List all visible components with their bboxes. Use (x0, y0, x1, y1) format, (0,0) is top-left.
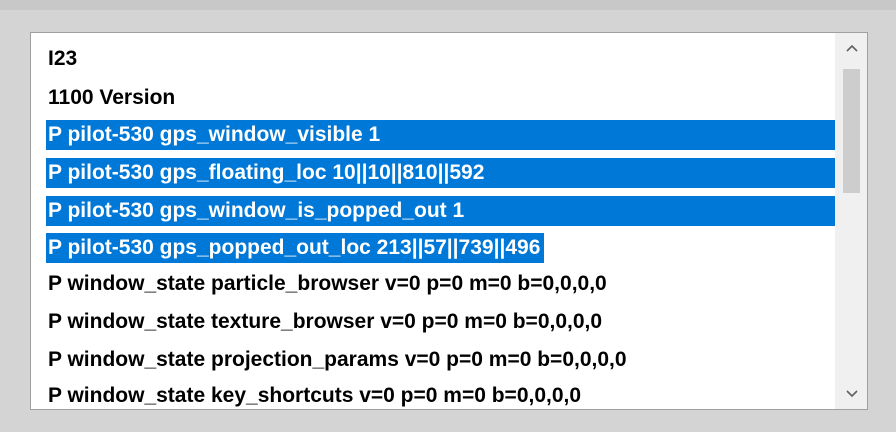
selected-text-line[interactable]: P pilot-530 gps_popped_out_loc 213||57||… (46, 233, 545, 263)
text-line[interactable]: 1100 Version (46, 83, 179, 113)
text-editor-box[interactable]: I23 1100 Version P pilot-530 gps_window_… (30, 32, 868, 410)
text-area[interactable]: I23 1100 Version P pilot-530 gps_window_… (31, 33, 836, 409)
text-line[interactable]: P window_state projection_params v=0 p=0… (46, 345, 631, 375)
chevron-up-icon[interactable] (836, 35, 867, 61)
chevron-down-icon[interactable] (836, 381, 867, 407)
scroll-thumb[interactable] (843, 69, 860, 193)
selected-text-line[interactable]: P pilot-530 gps_window_is_popped_out 1 (46, 196, 836, 226)
selected-text-line[interactable]: P pilot-530 gps_window_visible 1 (46, 120, 836, 150)
text-line[interactable]: P window_state texture_browser v=0 p=0 m… (46, 307, 606, 337)
vertical-scrollbar[interactable] (835, 33, 867, 409)
selected-text-line[interactable]: P pilot-530 gps_floating_loc 10||10||810… (46, 158, 836, 188)
window-frame (0, 0, 896, 10)
text-line[interactable]: P window_state key_shortcuts v=0 p=0 m=0… (46, 381, 585, 409)
text-line[interactable]: I23 (46, 44, 81, 74)
text-line[interactable]: P window_state particle_browser v=0 p=0 … (46, 269, 611, 299)
